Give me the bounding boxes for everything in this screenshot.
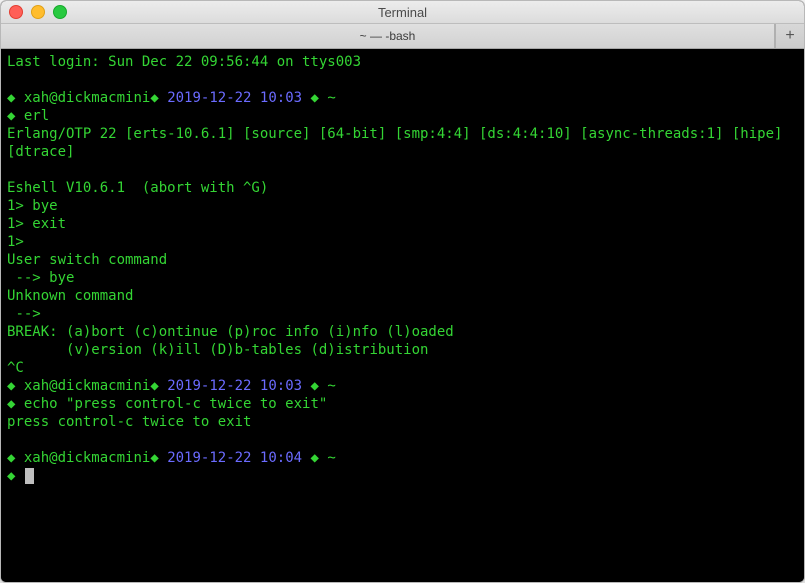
blank-line: [7, 71, 798, 89]
arrow-bye: --> bye: [7, 269, 798, 287]
blank-line: [7, 431, 798, 449]
unknown-cmd: Unknown command: [7, 287, 798, 305]
prompt-line: ◆ xah@dickmacmini◆ 2019-12-22 10:03 ◆ ~: [7, 377, 798, 395]
prompt-line: ◆ xah@dickmacmini◆ 2019-12-22 10:04 ◆ ~: [7, 449, 798, 467]
shell-line: 1> exit: [7, 215, 798, 233]
shell-line: 1> bye: [7, 197, 798, 215]
terminal-window: Terminal ~ — -bash + Last login: Sun Dec…: [0, 0, 805, 583]
tab-active[interactable]: ~ — -bash: [1, 24, 775, 48]
erl-banner: Erlang/OTP 22 [erts-10.6.1] [source] [64…: [7, 125, 798, 161]
zoom-icon[interactable]: [53, 5, 67, 19]
echo-output: press control-c twice to exit: [7, 413, 798, 431]
minimize-icon[interactable]: [31, 5, 45, 19]
terminal-viewport[interactable]: Last login: Sun Dec 22 09:56:44 on ttys0…: [1, 49, 804, 582]
tab-bar: ~ — -bash +: [1, 24, 804, 49]
eshell-line: Eshell V10.6.1 (abort with ^G): [7, 179, 798, 197]
last-login: Last login: Sun Dec 22 09:56:44 on ttys0…: [7, 53, 798, 71]
user-switch: User switch command: [7, 251, 798, 269]
tab-label: ~ — -bash: [360, 29, 416, 43]
close-icon[interactable]: [9, 5, 23, 19]
cmd-echo: ◆ echo "press control-c twice to exit": [7, 395, 798, 413]
break-line-2: (v)ersion (k)ill (D)b-tables (d)istribut…: [7, 341, 798, 359]
ctrl-c: ^C: [7, 359, 798, 377]
plus-icon: +: [785, 27, 794, 45]
cmd-erl: ◆ erl: [7, 107, 798, 125]
new-tab-button[interactable]: +: [775, 24, 804, 48]
window-controls: [1, 5, 67, 19]
shell-line: 1>: [7, 233, 798, 251]
arrow: -->: [7, 305, 798, 323]
cursor-line: ◆: [7, 467, 798, 485]
blank-line: [7, 161, 798, 179]
titlebar: Terminal: [1, 1, 804, 24]
prompt-line: ◆ xah@dickmacmini◆ 2019-12-22 10:03 ◆ ~: [7, 89, 798, 107]
window-title: Terminal: [1, 5, 804, 20]
break-line-1: BREAK: (a)bort (c)ontinue (p)roc info (i…: [7, 323, 798, 341]
cursor-icon: [25, 468, 34, 484]
